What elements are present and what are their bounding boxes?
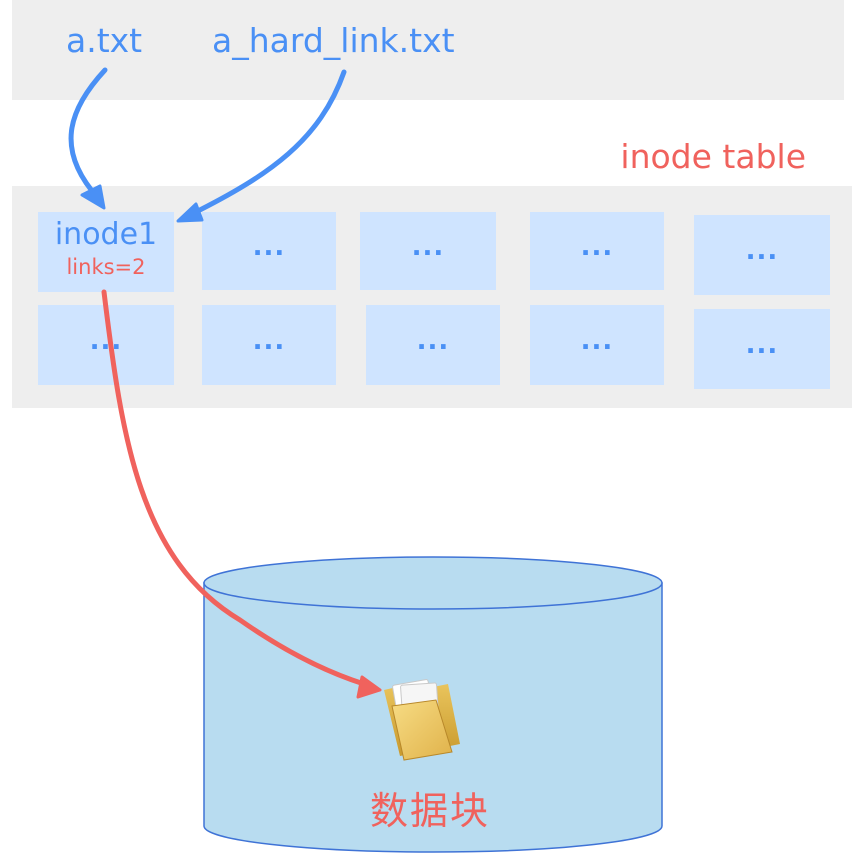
link-arrow-a-txt — [68, 67, 108, 210]
diagram-canvas — [68, 67, 663, 853]
data-block-label: 数据块 — [370, 789, 491, 833]
link-arrow-a-hard-link — [176, 69, 347, 223]
